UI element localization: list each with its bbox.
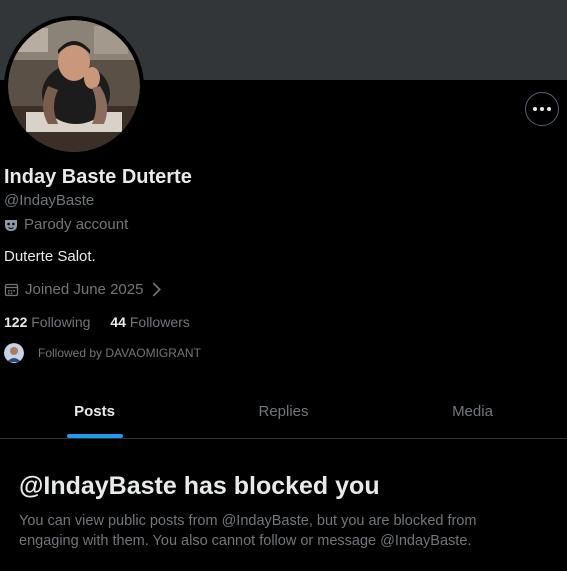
more-icon xyxy=(533,107,537,111)
followed-by-text: Followed by DAVAOMIGRANT xyxy=(38,346,201,360)
chevron-right-icon xyxy=(153,282,162,297)
blocked-title: @IndayBaste has blocked you xyxy=(19,472,380,500)
tab-replies-label: Replies xyxy=(258,403,309,420)
more-options-button[interactable] xyxy=(525,92,559,126)
followed-by[interactable]: Followed by DAVAOMIGRANT xyxy=(4,343,201,363)
more-icon-dot xyxy=(547,107,551,111)
profile-handle: @IndayBaste xyxy=(4,192,95,209)
follower-avatar xyxy=(4,343,24,363)
joined-date-text: Joined June 2025 xyxy=(25,281,144,298)
joined-date[interactable]: Joined June 2025 xyxy=(4,281,164,298)
profile-bio: Duterte Salot. xyxy=(4,248,96,265)
profile-name: Inday Baste Duterte xyxy=(4,166,192,188)
following-count: 122 xyxy=(4,314,28,330)
more-icon-dot xyxy=(540,107,544,111)
followers-link[interactable]: 44 Followers xyxy=(110,314,189,330)
tab-media-label: Media xyxy=(452,403,493,420)
follow-stats: 122 Following 44 Followers xyxy=(4,314,190,330)
mask-icon xyxy=(5,219,17,231)
parody-label-text: Parody account xyxy=(24,216,129,233)
tab-replies[interactable]: Replies xyxy=(189,386,378,438)
parody-label: Parody account xyxy=(4,216,128,233)
profile-tabs: Posts Replies Media xyxy=(0,386,567,439)
followers-count: 44 xyxy=(110,314,126,330)
tab-posts-label: Posts xyxy=(74,403,115,420)
blocked-message: You can view public posts from @IndayBas… xyxy=(19,513,477,549)
avatar-photo xyxy=(8,20,140,152)
following-link[interactable]: 122 Following xyxy=(4,314,90,330)
followers-label: Followers xyxy=(129,314,190,330)
tab-posts[interactable]: Posts xyxy=(0,386,189,438)
active-tab-indicator xyxy=(66,434,123,438)
calendar-icon xyxy=(4,283,19,297)
tab-media[interactable]: Media xyxy=(378,386,567,438)
profile-avatar[interactable] xyxy=(4,16,144,156)
following-label: Following xyxy=(31,314,91,330)
